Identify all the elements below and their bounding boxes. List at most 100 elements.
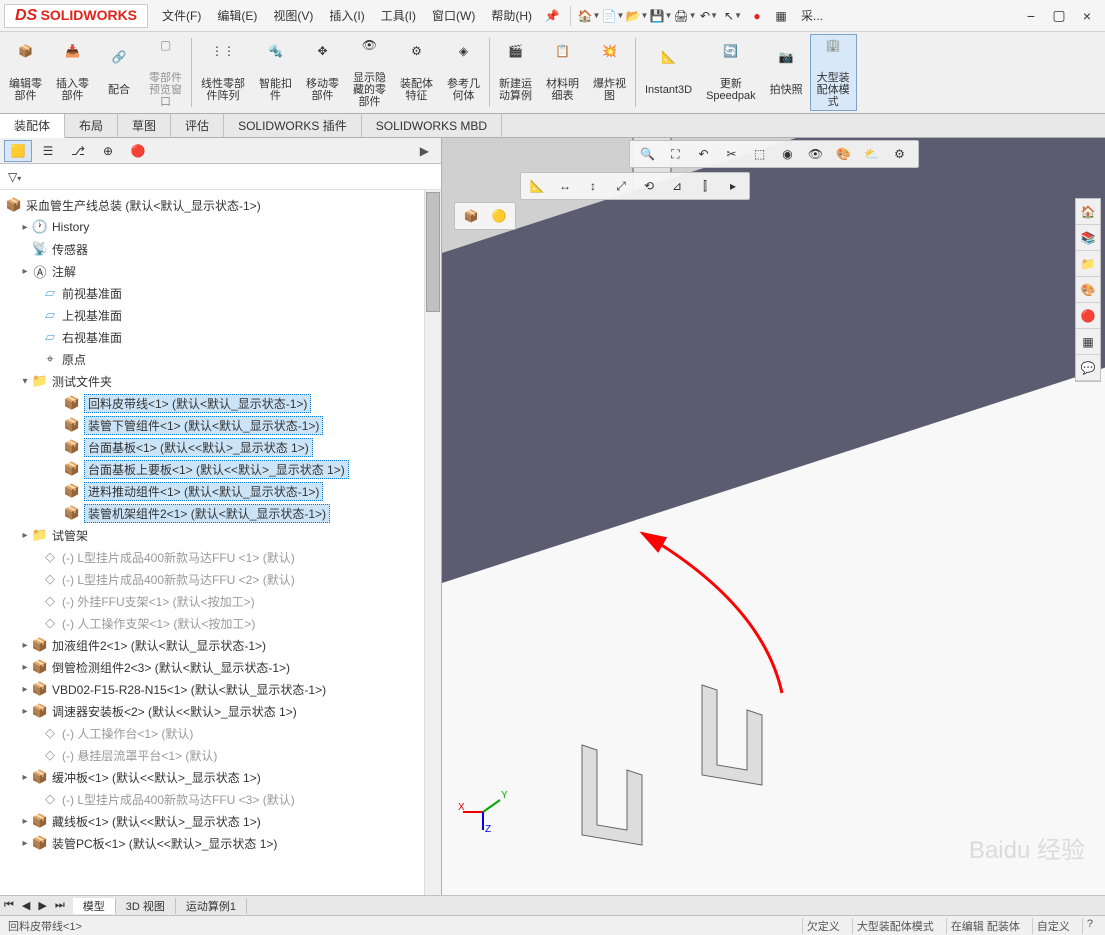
insert-part-button[interactable]: 📥插入零 部件 [49, 34, 96, 111]
tree-hidden-item[interactable]: ◇(-) L型挂片成品400新款马达FFU <3> (默认) [2, 788, 439, 810]
collapse-arrow-icon[interactable]: ▶ [420, 144, 429, 158]
expand-icon[interactable]: ▸ [20, 222, 30, 233]
tab-mbd[interactable]: SOLIDWORKS MBD [362, 114, 502, 137]
tree-front-plane[interactable]: ▱前视基准面 [2, 282, 439, 304]
dim-icon[interactable]: ↔ [553, 175, 577, 197]
motion-study-button[interactable]: 🎬新建运 动算例 [492, 34, 539, 111]
part-icon[interactable]: 🟡 [487, 205, 511, 227]
asm-icon[interactable]: 📦 [459, 205, 483, 227]
restore-button[interactable]: ▢ [1045, 6, 1073, 26]
snapshot-button[interactable]: 📷拍快照 [763, 34, 810, 111]
tab-nav-first[interactable]: ⏮ [4, 899, 14, 912]
new-doc-icon[interactable]: 📄▼ [603, 6, 623, 26]
menu-file[interactable]: 文件(F) [156, 3, 207, 28]
home-tab-icon[interactable]: 🏠 [1076, 199, 1100, 225]
tree-top-plane[interactable]: ▱上视基准面 [2, 304, 439, 326]
tree-annotations[interactable]: ▸Ⓐ注解 [2, 260, 439, 282]
print-icon[interactable]: 🖨▼ [675, 6, 695, 26]
expand-icon[interactable]: ▸ [20, 706, 30, 717]
expand-icon[interactable]: ▸ [20, 266, 30, 277]
dim-icon[interactable]: ↕ [581, 175, 605, 197]
linear-pattern-button[interactable]: ⋮⋮线性零部 件阵列 [194, 34, 252, 111]
tab-nav-prev[interactable]: ◀ [22, 899, 30, 912]
expand-icon[interactable]: ▸ [20, 662, 30, 673]
rebuild-icon[interactable]: ● [747, 6, 767, 26]
zoom-area-icon[interactable]: ⛶ [664, 143, 688, 165]
section-view-icon[interactable]: ✂ [720, 143, 744, 165]
file-explorer-icon[interactable]: 📁 [1076, 251, 1100, 277]
undo-icon[interactable]: ↶▼ [699, 6, 719, 26]
select-icon[interactable]: ↖▼ [723, 6, 743, 26]
smart-fastener-button[interactable]: 🔩智能扣 件 [252, 34, 299, 111]
tree-item[interactable]: ▸📦VBD02-F15-R28-N15<1> (默认<默认_显示状态-1>) [2, 678, 439, 700]
tree-selected-item[interactable]: 📦进料推动组件<1> (默认<默认_显示状态-1>) [2, 480, 439, 502]
more-icon[interactable]: ▸ [721, 175, 745, 197]
mate-button[interactable]: 🔗配合 [96, 34, 142, 111]
tree-selected-item[interactable]: 📦装管下管组件<1> (默认<默认_显示状态-1>) [2, 414, 439, 436]
menu-help[interactable]: 帮助(H) [485, 3, 538, 28]
design-lib-icon[interactable]: 📚 [1076, 225, 1100, 251]
tree-sensors[interactable]: 📡传感器 [2, 238, 439, 260]
appearances-icon[interactable]: 🔴 [1076, 303, 1100, 329]
dim-icon[interactable]: ⤢ [609, 175, 633, 197]
expand-icon[interactable]: ▸ [20, 684, 30, 695]
display-tab[interactable]: 🔴 [124, 140, 152, 162]
tab-nav-last[interactable]: ⏭ [55, 899, 65, 912]
tree-hidden-item[interactable]: ◇(-) 人工操作支架<1> (默认<按加工>) [2, 612, 439, 634]
tree-history[interactable]: ▸🕐History [2, 216, 439, 238]
property-tab[interactable]: ☰ [34, 140, 62, 162]
save-icon[interactable]: 💾▼ [651, 6, 671, 26]
tree-item[interactable]: ▸📦藏线板<1> (默认<<默认>_显示状态 1>) [2, 810, 439, 832]
tree-right-plane[interactable]: ▱右视基准面 [2, 326, 439, 348]
tree-item[interactable]: ▸📦加液组件2<1> (默认<默认_显示状态-1>) [2, 634, 439, 656]
tree-origin[interactable]: ⌖原点 [2, 348, 439, 370]
tree-selected-item[interactable]: 📦台面基板上要板<1> (默认<<默认>_显示状态 1>) [2, 458, 439, 480]
tree-item[interactable]: ▸📦装管PC板<1> (默认<<默认>_显示状态 1>) [2, 832, 439, 854]
options-icon[interactable]: ▦ [771, 6, 791, 26]
tree-item[interactable]: ▸📦倒管检测组件2<3> (默认<默认_显示状态-1>) [2, 656, 439, 678]
edit-appearance-icon[interactable]: 🎨 [832, 143, 856, 165]
expand-icon[interactable]: ▸ [20, 640, 30, 651]
bom-button[interactable]: 📋材料明 细表 [539, 34, 586, 111]
tab-nav-next[interactable]: ▶ [38, 899, 46, 912]
tree-selected-item[interactable]: 📦回料皮带线<1> (默认<默认_显示状态-1>) [2, 392, 439, 414]
tree-hidden-item[interactable]: ◇(-) L型挂片成品400新款马达FFU <1> (默认) [2, 546, 439, 568]
custom-props-icon[interactable]: ▦ [1076, 329, 1100, 355]
apply-scene-icon[interactable]: ⛅ [860, 143, 884, 165]
hide-show-icon[interactable]: 👁 [804, 143, 828, 165]
display-style-icon[interactable]: ◉ [776, 143, 800, 165]
speedpak-button[interactable]: 🔄更新 Speedpak [699, 34, 763, 111]
status-custom[interactable]: 自定义 [1032, 918, 1074, 934]
tree-selected-item[interactable]: 📦台面基板<1> (默认<<默认>_显示状态 1>) [2, 436, 439, 458]
measure-icon[interactable]: 📐 [525, 175, 549, 197]
dimxpert-tab[interactable]: ⊕ [94, 140, 122, 162]
filter-icon[interactable]: ▽▾ [8, 170, 21, 184]
view-orient-icon[interactable]: ⬚ [748, 143, 772, 165]
close-button[interactable]: × [1073, 6, 1101, 26]
view-settings-icon[interactable]: ⚙ [888, 143, 912, 165]
3dview-tab[interactable]: 3D 视图 [116, 898, 176, 914]
tab-plugins[interactable]: SOLIDWORKS 插件 [224, 114, 362, 137]
expand-icon[interactable]: ▸ [20, 530, 30, 541]
bracket-part[interactable] [572, 735, 662, 855]
edit-part-button[interactable]: 📦编辑零 部件 [2, 34, 49, 111]
motion-tab[interactable]: 运动算例1 [176, 898, 247, 914]
tree-hidden-item[interactable]: ◇(-) 人工操作台<1> (默认) [2, 722, 439, 744]
instant3d-button[interactable]: 📐Instant3D [638, 34, 699, 111]
tab-sketch[interactable]: 草图 [118, 114, 171, 137]
scroll-thumb[interactable] [426, 192, 440, 312]
tree-root[interactable]: 📦采血管生产线总装 (默认<默认_显示状态-1>) [2, 194, 439, 216]
ref-geom-button[interactable]: ◈参考几 何体 [440, 34, 487, 111]
menu-insert[interactable]: 插入(I) [323, 3, 370, 28]
home-icon[interactable]: 🏠▼ [579, 6, 599, 26]
expand-icon[interactable]: ▸ [20, 816, 30, 827]
tree-hidden-item[interactable]: ◇(-) 悬挂层流罩平台<1> (默认) [2, 744, 439, 766]
menu-tools[interactable]: 工具(I) [375, 3, 422, 28]
status-help-icon[interactable]: ? [1082, 918, 1097, 934]
tree-selected-item[interactable]: 📦装管机架组件2<1> (默认<默认_显示状态-1>) [2, 502, 439, 524]
menu-extra[interactable]: 采... [795, 3, 829, 28]
tree-item[interactable]: ▸📦调速器安装板<2> (默认<<默认>_显示状态 1>) [2, 700, 439, 722]
collapse-icon[interactable]: ▾ [20, 376, 30, 387]
move-part-button[interactable]: ✥移动零 部件 [299, 34, 346, 111]
menu-edit[interactable]: 编辑(E) [211, 3, 263, 28]
